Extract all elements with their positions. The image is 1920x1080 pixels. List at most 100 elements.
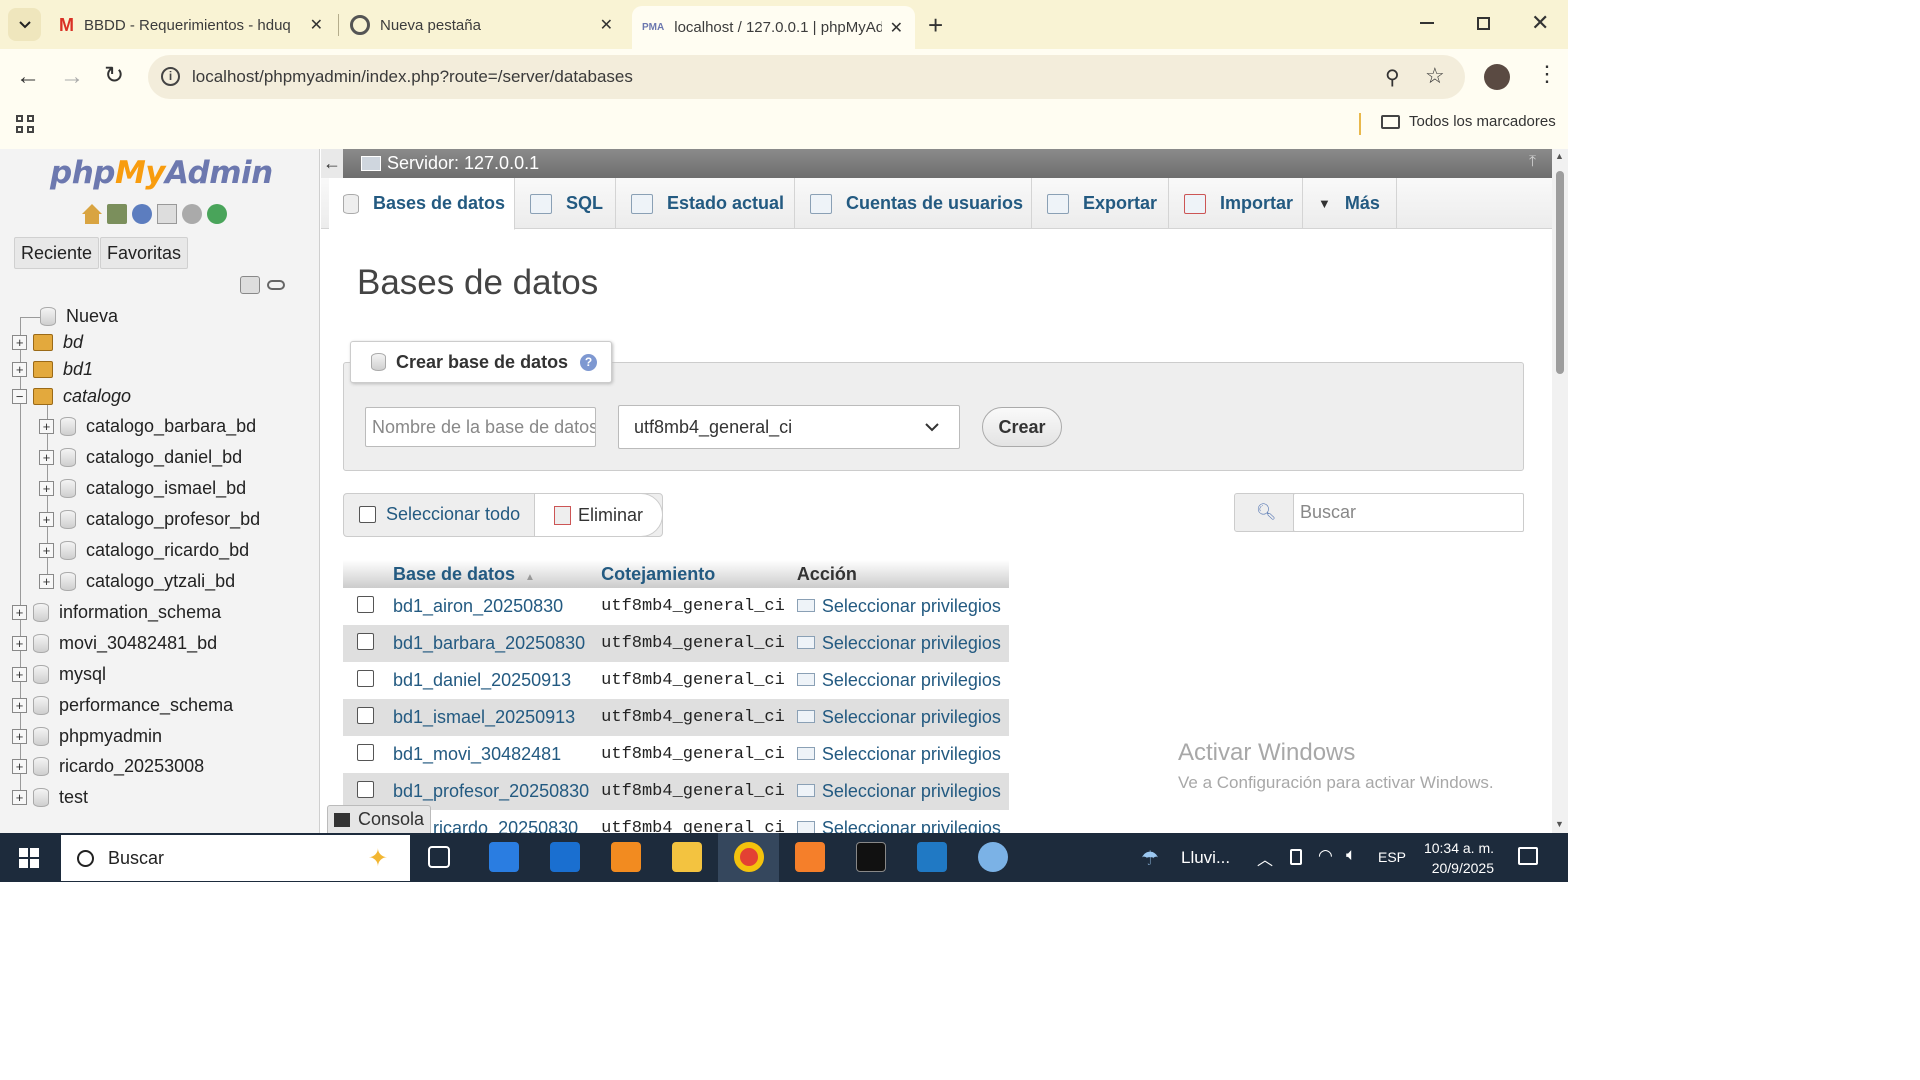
close-window-button[interactable]: ✕ bbox=[1531, 10, 1549, 36]
tree-database[interactable]: + catalogo_ytzali_bd bbox=[39, 571, 235, 592]
tree-database[interactable]: + catalogo_ismael_bd bbox=[39, 478, 246, 499]
expand-icon[interactable]: + bbox=[12, 790, 27, 805]
select-all-checkbox[interactable] bbox=[359, 506, 376, 528]
outlook-icon[interactable] bbox=[550, 842, 580, 872]
row-checkbox[interactable] bbox=[356, 706, 374, 724]
collation-select[interactable]: utf8mb4_general_ci bbox=[618, 405, 960, 449]
expand-icon[interactable]: + bbox=[39, 450, 54, 465]
page-scrollbar[interactable]: ▲ ▼ bbox=[1552, 149, 1568, 833]
link-icon[interactable] bbox=[267, 280, 285, 290]
row-checkbox[interactable] bbox=[356, 632, 374, 650]
expand-icon[interactable]: + bbox=[12, 605, 27, 620]
back-icon[interactable]: ← bbox=[16, 63, 40, 91]
expand-icon[interactable]: + bbox=[12, 698, 27, 713]
xampp-icon[interactable] bbox=[795, 842, 825, 872]
tree-database[interactable]: + mysql bbox=[12, 664, 106, 685]
favorites-button[interactable]: Favoritas bbox=[100, 237, 189, 269]
windows-start-icon[interactable] bbox=[19, 848, 39, 868]
tree-group-catalogo[interactable]: − catalogo bbox=[12, 386, 131, 407]
tree-group-bd[interactable]: + bd bbox=[12, 332, 83, 353]
database-link[interactable]: bd1_ismael_20250913 bbox=[387, 699, 596, 736]
volume-icon[interactable]: 🔈︎ bbox=[1346, 845, 1356, 865]
expand-icon[interactable]: + bbox=[39, 481, 54, 496]
tree-database[interactable]: + information_schema bbox=[12, 602, 221, 623]
tree-database[interactable]: + ricardo_20253008 bbox=[12, 756, 204, 777]
expand-icon[interactable]: + bbox=[12, 636, 27, 651]
logout-icon[interactable] bbox=[107, 204, 127, 224]
expand-icon[interactable]: + bbox=[39, 543, 54, 558]
forward-icon[interactable]: → bbox=[60, 63, 84, 91]
select-all-label[interactable]: Seleccionar todo bbox=[386, 504, 520, 525]
row-checkbox[interactable] bbox=[356, 780, 374, 798]
microsoft-store-icon[interactable] bbox=[489, 842, 519, 872]
tab-import[interactable]: Importar bbox=[1170, 178, 1303, 229]
tree-database[interactable]: + catalogo_daniel_bd bbox=[39, 447, 242, 468]
profile-avatar[interactable] bbox=[1484, 64, 1510, 90]
menu-icon[interactable]: ⋮ bbox=[1536, 61, 1558, 87]
apps-grid-icon[interactable] bbox=[16, 115, 34, 133]
tree-database[interactable]: + performance_schema bbox=[12, 695, 233, 716]
help-icon[interactable] bbox=[132, 204, 152, 224]
expand-icon[interactable]: + bbox=[39, 512, 54, 527]
tree-database[interactable]: + catalogo_ricardo_bd bbox=[39, 540, 249, 561]
select-privileges-link[interactable]: Seleccionar privilegios bbox=[791, 810, 1009, 833]
browser-tab-phpmyadmin[interactable]: PMA localhost / 127.0.0.1 | phpMyAd ✕ bbox=[632, 6, 915, 49]
row-checkbox[interactable] bbox=[356, 743, 374, 761]
tab-more[interactable]: ▼ Más bbox=[1304, 178, 1397, 229]
column-header-collation[interactable]: Cotejamiento bbox=[595, 560, 791, 588]
scrollbar-thumb[interactable] bbox=[1556, 171, 1564, 374]
close-tab-icon[interactable]: ✕ bbox=[890, 18, 903, 38]
weather-label[interactable]: Lluvi... bbox=[1181, 848, 1230, 868]
paint-icon[interactable] bbox=[978, 842, 1008, 872]
tree-database[interactable]: + catalogo_profesor_bd bbox=[39, 509, 260, 530]
help-icon[interactable]: ? bbox=[580, 353, 598, 371]
tab-sql[interactable]: SQL bbox=[516, 178, 616, 229]
select-privileges-link[interactable]: Seleccionar privilegios bbox=[791, 588, 1009, 625]
expand-icon[interactable]: + bbox=[12, 729, 27, 744]
wifi-icon[interactable]: ◠ bbox=[1318, 846, 1333, 866]
select-privileges-link[interactable]: Seleccionar privilegios bbox=[791, 736, 1009, 773]
collapse-nav-icon[interactable]: ← bbox=[321, 149, 343, 178]
zoom-icon[interactable]: ⚲ bbox=[1385, 65, 1400, 90]
docs-icon[interactable] bbox=[157, 204, 177, 224]
tab-status[interactable]: Estado actual bbox=[617, 178, 795, 229]
clock[interactable]: 10:34 a. m. 20/9/2025 bbox=[1416, 838, 1494, 878]
browser-tab-new[interactable]: Nueva pestaña ✕ bbox=[340, 6, 625, 44]
scroll-top-icon[interactable]: ⤒ bbox=[1529, 153, 1536, 171]
language-indicator[interactable]: ESP bbox=[1378, 849, 1406, 865]
row-checkbox[interactable] bbox=[356, 669, 374, 687]
delete-button[interactable]: Eliminar bbox=[534, 493, 663, 537]
select-privileges-link[interactable]: Seleccionar privilegios bbox=[791, 662, 1009, 699]
star-icon[interactable]: ☆ bbox=[1425, 63, 1445, 89]
notifications-icon[interactable] bbox=[1518, 847, 1538, 865]
tree-database[interactable]: + catalogo_barbara_bd bbox=[39, 416, 256, 437]
expand-icon[interactable]: + bbox=[12, 335, 27, 350]
tree-database[interactable]: + movi_30482481_bd bbox=[12, 633, 217, 654]
database-link[interactable]: bd1_barbara_20250830 bbox=[387, 625, 596, 662]
tree-group-bd1[interactable]: + bd1 bbox=[12, 359, 93, 380]
select-privileges-link[interactable]: Seleccionar privilegios bbox=[790, 625, 1009, 662]
phpmyadmin-logo[interactable]: phpMyAdmin bbox=[50, 155, 273, 191]
console-toggle[interactable]: Consola bbox=[327, 805, 432, 833]
address-bar[interactable]: i localhost/phpmyadmin/index.php?route=/… bbox=[148, 55, 1465, 99]
tab-user-accounts[interactable]: Cuentas de usuarios bbox=[796, 178, 1032, 229]
close-tab-icon[interactable]: ✕ bbox=[600, 15, 613, 35]
server-label[interactable]: Servidor: 127.0.0.1 bbox=[387, 153, 539, 174]
tab-search-button[interactable] bbox=[8, 8, 41, 41]
scroll-up-icon[interactable]: ▲ bbox=[1555, 151, 1564, 161]
tree-database[interactable]: + test bbox=[12, 787, 88, 808]
tree-database[interactable]: + phpmyadmin bbox=[12, 726, 162, 747]
restore-button[interactable] bbox=[1477, 17, 1490, 30]
expand-icon[interactable]: + bbox=[39, 419, 54, 434]
collapse-all-icon[interactable] bbox=[240, 276, 260, 294]
sublime-text-icon[interactable] bbox=[611, 842, 641, 872]
expand-icon[interactable]: + bbox=[12, 362, 27, 377]
reload-nav-icon[interactable] bbox=[207, 204, 227, 224]
select-privileges-link[interactable]: Seleccionar privilegios bbox=[790, 773, 1009, 810]
battery-icon[interactable] bbox=[1290, 849, 1302, 865]
vscode-icon[interactable] bbox=[917, 842, 947, 872]
expand-icon[interactable]: + bbox=[12, 759, 27, 774]
collapse-icon[interactable]: − bbox=[12, 389, 27, 404]
recent-button[interactable]: Reciente bbox=[14, 237, 100, 269]
database-link[interactable]: bd1_movi_30482481 bbox=[387, 736, 595, 773]
